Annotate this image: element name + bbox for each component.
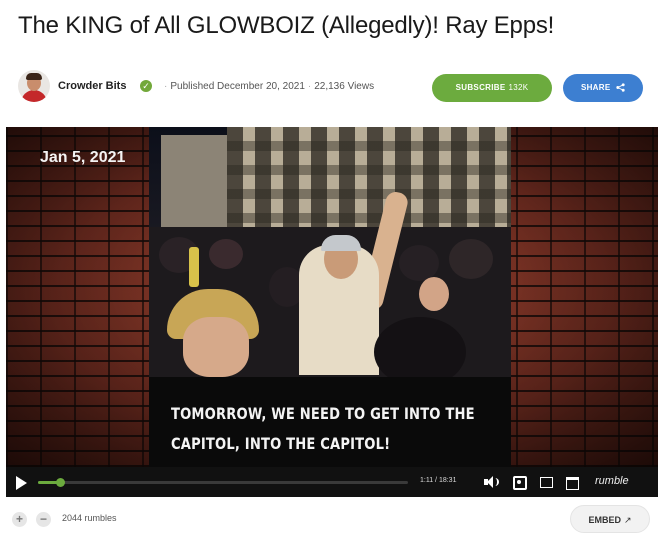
- time-display: 1:11 / 18:31: [420, 477, 457, 484]
- player-controls: 1:11 / 18:31 rumble: [6, 467, 658, 497]
- building: [227, 127, 511, 237]
- view-count: 22,136 Views: [314, 81, 375, 92]
- channel-avatar[interactable]: [18, 70, 50, 102]
- theater-mode-icon[interactable]: [540, 475, 554, 489]
- share-label: SHARE: [580, 83, 611, 92]
- date-overlay: Jan 5, 2021: [40, 149, 126, 166]
- embed-label: EMBED: [588, 515, 621, 525]
- upvote-icon[interactable]: +: [12, 512, 27, 527]
- video-title: The KING of All GLOWBOIZ (Allegedly)! Ra…: [18, 12, 555, 39]
- downvote-icon[interactable]: −: [36, 512, 51, 527]
- video-caption: TOMORROW, WE NEED TO GET INTO THE CAPITO…: [171, 399, 475, 459]
- subscriber-count: 132K: [508, 83, 529, 92]
- rumbles-count: 2044 rumbles: [62, 513, 117, 523]
- caption-line-2: CAPITOL, INTO THE CAPITOL!: [171, 434, 391, 453]
- share-button[interactable]: SHARE: [563, 74, 643, 102]
- subscribe-button[interactable]: SUBSCRIBE 132K: [432, 74, 552, 102]
- subscribe-label: SUBSCRIBE: [455, 83, 506, 92]
- play-icon[interactable]: [16, 476, 27, 490]
- embed-arrow-icon: ↗: [623, 515, 632, 525]
- embed-button[interactable]: EMBED ↗: [570, 505, 650, 533]
- video-footer: + − 2044 rumbles EMBED ↗: [0, 497, 660, 541]
- published-date: Published December 20, 2021: [170, 81, 305, 92]
- volume-icon[interactable]: [484, 475, 499, 489]
- fullscreen-icon[interactable]: [566, 475, 580, 490]
- video-meta-bar: Crowder Bits ✓ · Published December 20, 2…: [16, 66, 646, 112]
- progress-bar[interactable]: [38, 478, 408, 487]
- channel-name[interactable]: Crowder Bits: [58, 80, 126, 92]
- rumble-logo[interactable]: rumble: [595, 475, 629, 487]
- settings-icon[interactable]: [512, 475, 527, 490]
- share-icon: [616, 83, 625, 93]
- progress-handle[interactable]: [56, 478, 66, 487]
- caption-line-1: TOMORROW, WE NEED TO GET INTO THE: [171, 404, 475, 423]
- publish-info: · Published December 20, 2021 · 22,136 View…: [164, 81, 375, 92]
- building: [161, 135, 227, 235]
- video-player[interactable]: Jan 5, 2021 TOMORROW, WE NEED TO GET INT…: [6, 127, 658, 497]
- verified-check-icon: ✓: [140, 80, 152, 92]
